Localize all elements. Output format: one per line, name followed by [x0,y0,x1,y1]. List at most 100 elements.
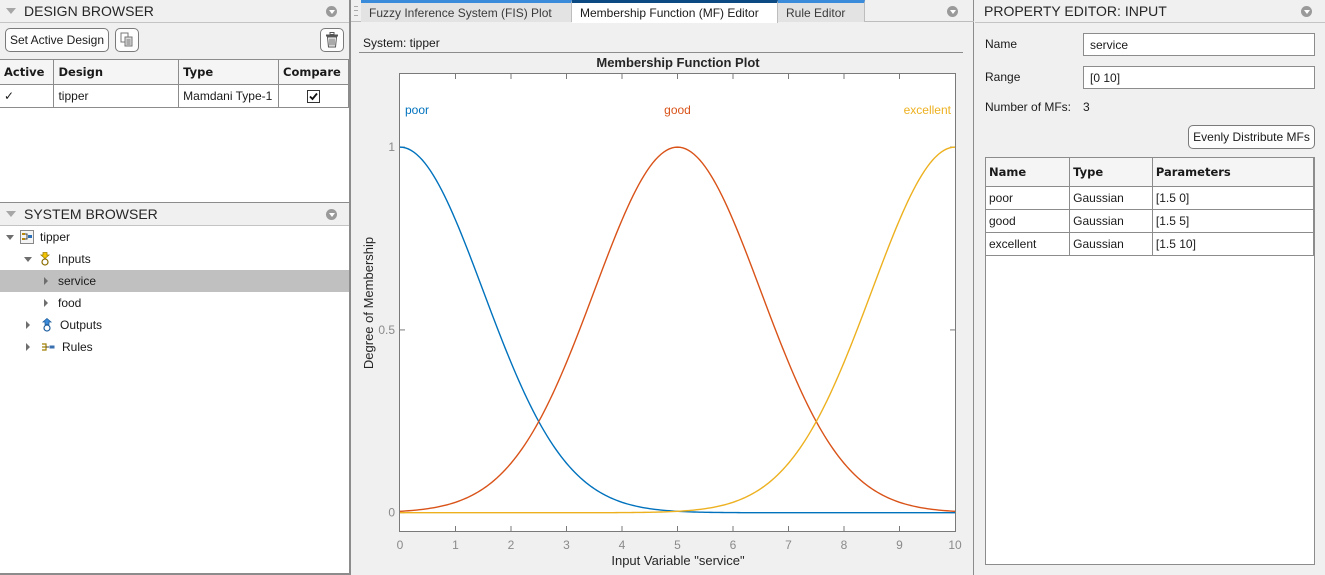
mf-type[interactable]: Gaussian [1069,186,1153,210]
fis-icon [20,230,34,244]
design-type: Mamdani Type-1 [178,84,279,108]
table-row[interactable]: ✓ tipper Mamdani Type-1 [0,84,349,108]
tree-label: tipper [40,230,71,244]
panel-menu-icon[interactable] [1301,6,1312,17]
mf-type[interactable]: Gaussian [1069,232,1153,256]
y-tick-label: 1 [388,140,395,154]
panel-menu-icon[interactable] [326,209,337,220]
compare-checkbox[interactable] [307,89,320,103]
mf-label-excellent: excellent [904,103,952,117]
design-browser-title: DESIGN BROWSER [24,3,154,19]
range-label: Range [985,70,1021,84]
checkmark-icon [309,92,318,100]
mf-label-good: good [664,103,691,117]
column-header-type[interactable]: Type [178,60,279,85]
tree-label: food [58,296,82,310]
evenly-distribute-mfs-button[interactable]: Evenly Distribute MFs [1188,125,1315,149]
system-tree: tipper Inputs service food Outputs Rules [0,226,349,575]
table-row[interactable]: excellent Gaussian [1.5 10] [986,232,1315,256]
collapse-triangle-icon[interactable] [6,211,16,217]
outputs-icon [41,318,53,332]
tree-node-food[interactable]: food [0,292,349,314]
x-tick-label: 1 [452,538,459,552]
mf-table-header: Name Type Parameters [986,158,1315,187]
rules-icon [42,343,55,351]
column-header-name[interactable]: Name [986,158,1071,187]
system-browser-header: SYSTEM BROWSER [0,203,349,226]
design-table-header: Active Design Type Compare [0,60,349,85]
active-check: ✓ [0,84,55,108]
y-tick-label: 0.5 [378,323,395,337]
tree-node-rules[interactable]: Rules [0,336,349,358]
x-tick-label: 9 [896,538,903,552]
expand-caret-icon[interactable] [44,299,52,307]
tree-label: service [58,274,97,288]
tree-label: Rules [62,340,93,354]
y-tick-label: 0 [388,506,395,520]
column-header-compare[interactable]: Compare [278,60,349,85]
mf-name[interactable]: excellent [986,232,1071,256]
num-mfs-label: Number of MFs: [985,100,1072,114]
collapse-triangle-icon[interactable] [6,8,16,14]
mf-params[interactable]: [1.5 10] [1152,232,1315,256]
tree-node-tipper[interactable]: tipper [0,226,349,248]
mf-table: Name Type Parameters poor Gaussian [1.5 … [985,157,1315,565]
compare-cell [278,84,349,108]
chart-title: Membership Function Plot [596,55,760,70]
tree-label: Inputs [58,252,91,266]
design-table: Active Design Type Compare ✓ tipper Mamd… [0,59,350,203]
inputs-icon [39,252,51,266]
column-header-parameters[interactable]: Parameters [1152,158,1315,187]
property-editor-title: PROPERTY EDITOR: INPUT [984,3,1167,19]
expand-caret-icon[interactable] [6,234,14,240]
name-label: Name [985,37,1018,51]
expand-caret-icon[interactable] [24,256,32,262]
mf-type[interactable]: Gaussian [1069,209,1153,233]
fuzzy-logic-designer: DESIGN BROWSER Set Active Design Active … [0,0,1325,575]
table-row[interactable]: good Gaussian [1.5 5] [986,209,1315,233]
range-field[interactable]: [0 10] [1083,66,1315,89]
mf-params[interactable]: [1.5 5] [1152,209,1315,233]
design-toolbar: Set Active Design [0,26,349,56]
mf-name[interactable]: poor [986,186,1071,210]
plot-area [399,73,956,532]
mf-label-poor: poor [405,103,429,117]
x-tick-label: 4 [619,538,626,552]
x-tick-label: 10 [948,538,962,552]
expand-caret-icon[interactable] [26,343,34,351]
x-tick-label: 8 [841,538,848,552]
column-header-design[interactable]: Design [53,60,180,85]
name-field[interactable]: service [1083,33,1315,56]
left-column: DESIGN BROWSER Set Active Design Active … [0,0,351,575]
delete-design-button[interactable] [320,28,344,52]
x-tick-label: 0 [397,538,404,552]
y-axis-label: Degree of Membership [361,237,376,369]
column-header-type[interactable]: Type [1069,158,1153,187]
x-tick-label: 3 [563,538,570,552]
mf-params[interactable]: [1.5 0] [1152,186,1315,210]
center-panel: Fuzzy Inference System (FIS) Plot Member… [351,0,974,575]
mf-name[interactable]: good [986,209,1071,233]
table-row[interactable]: poor Gaussian [1.5 0] [986,186,1315,210]
design-name: tipper [53,84,180,108]
property-editor: PROPERTY EDITOR: INPUT Name service Rang… [975,0,1325,575]
copy-design-button[interactable] [115,28,139,52]
x-tick-label: 2 [508,538,515,552]
copy-icon [120,32,133,47]
x-tick-label: 5 [674,538,681,552]
tree-node-inputs[interactable]: Inputs [0,248,349,270]
x-tick-label: 6 [730,538,737,552]
tree-label: Outputs [60,318,103,332]
set-active-design-button[interactable]: Set Active Design [5,28,109,52]
x-tick-label: 7 [785,538,792,552]
tree-node-outputs[interactable]: Outputs [0,314,349,336]
x-axis-label: Input Variable "service" [611,553,745,568]
trash-icon [326,32,338,48]
tree-node-service[interactable]: service [0,270,349,292]
expand-caret-icon[interactable] [26,321,34,329]
membership-function-plot[interactable]: Membership Function Plot 0 1 2 3 4 5 6 7 8 9 10 0 0… [351,0,974,575]
design-browser-header: DESIGN BROWSER [0,0,349,23]
column-header-active[interactable]: Active [0,60,55,85]
panel-menu-icon[interactable] [326,6,337,17]
expand-caret-icon[interactable] [44,277,52,285]
